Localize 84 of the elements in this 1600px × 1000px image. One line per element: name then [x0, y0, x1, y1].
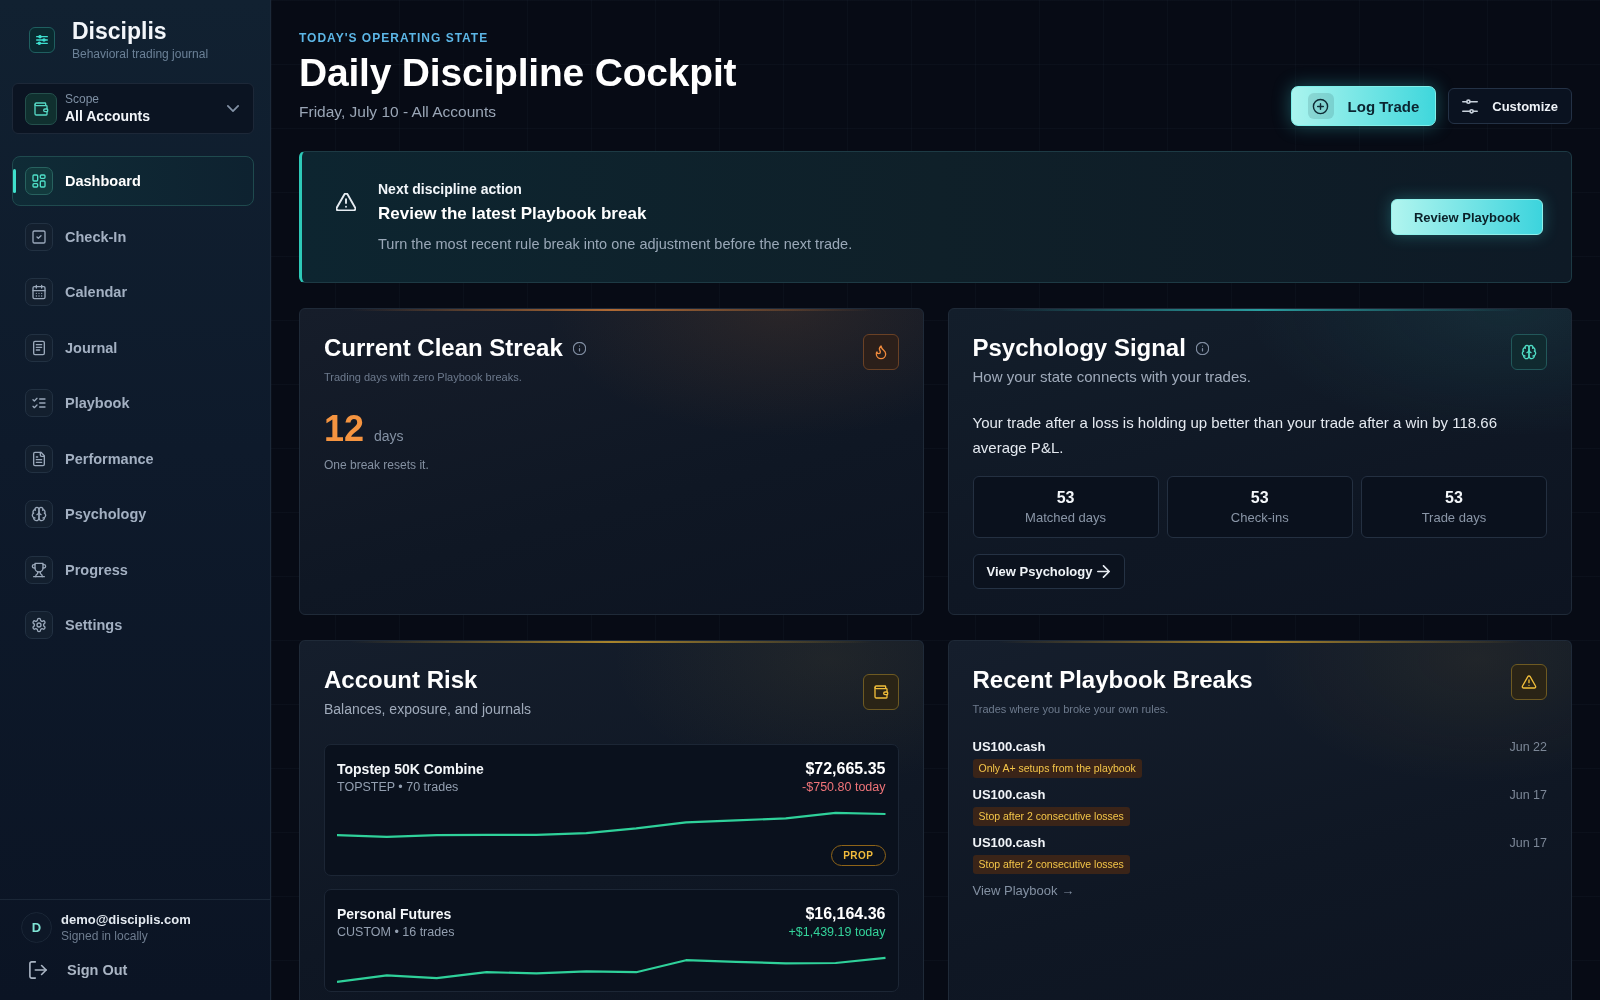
nav-item[interactable]: Playbook	[12, 378, 254, 428]
warning-icon	[1511, 664, 1547, 700]
trade-date: Jun 17	[1509, 835, 1547, 852]
trophy-icon	[25, 555, 53, 584]
nav-item[interactable]: Progress	[12, 544, 254, 595]
nav-item[interactable]: Settings	[12, 600, 254, 650]
arrow-right-icon	[1096, 565, 1110, 578]
stat-label: Matched days	[1025, 509, 1107, 526]
nav-item[interactable]: Journal	[12, 322, 254, 373]
streak-unit: days	[374, 428, 404, 444]
banner-title: Review the latest Playbook break	[378, 203, 648, 225]
account-daily-change: -$750.80 today	[802, 779, 886, 796]
card-title: Account Risk	[324, 665, 479, 695]
page-eyebrow: TODAY'S OPERATING STATE	[299, 30, 490, 46]
wallet-icon	[862, 674, 899, 710]
settings-icon	[25, 611, 53, 639]
calendar-icon	[25, 278, 53, 306]
banner-description: Turn the most recent rule break into one adjustment before the next trade.	[378, 235, 854, 254]
rule-tag: Stop after 2 consecutive losses	[972, 807, 1130, 826]
account-daily-change: +$1,439.19 today	[788, 924, 886, 941]
nav-item[interactable]: Dashboard	[12, 156, 254, 206]
brain-icon	[25, 500, 53, 528]
user-email: demo@disciplis.com	[61, 911, 191, 928]
wallet-icon	[25, 92, 57, 125]
card-title: Current Clean Streak	[324, 333, 563, 363]
checklist-icon	[25, 389, 53, 417]
nav-item[interactable]: Check-In	[12, 211, 254, 262]
nav-item[interactable]: Calendar	[12, 267, 254, 317]
account-meta: CUSTOM • 16 trades	[337, 924, 455, 941]
flame-icon	[862, 334, 899, 370]
account-balance: $16,164.36	[804, 905, 886, 923]
user-avatar: D	[21, 912, 52, 943]
rule-tag: Only A+ setups from the playbook	[972, 759, 1142, 778]
document-icon	[25, 444, 53, 473]
page-date: Friday, July 10 - All Accounts	[299, 102, 497, 122]
info-icon	[572, 341, 586, 355]
stat-value: 53	[1445, 488, 1463, 508]
info-icon	[1195, 341, 1209, 355]
brand-tagline: Behavioral trading journal	[72, 46, 209, 62]
stat-value: 53	[1056, 488, 1075, 508]
banner-eyebrow: Next discipline action	[378, 180, 523, 198]
card-subtitle: Balances, exposure, and journals	[324, 700, 532, 719]
rule-tag: Stop after 2 consecutive losses	[972, 855, 1130, 874]
account-name: Personal Futures	[337, 905, 453, 923]
account-balance: $72,665.35	[804, 760, 886, 778]
logout-icon	[29, 961, 47, 979]
page-title: Daily Discipline Cockpit	[299, 50, 737, 96]
grid-icon	[25, 167, 53, 195]
sign-out-button[interactable]: Sign Out	[21, 958, 128, 982]
trade-symbol: US100.cash	[972, 786, 1046, 804]
psychology-insight: Your trade after a loss is holding up better than your trade after a win by 118.66 average P&L.	[972, 413, 1498, 458]
trade-date: Jun 22	[1509, 739, 1547, 756]
nav-item[interactable]: Performance	[12, 433, 254, 484]
view-playbook-link[interactable]: View Playbook →	[972, 882, 1075, 900]
warning-icon	[336, 193, 356, 211]
card-subtitle: How your state connects with your trades.	[972, 367, 1251, 387]
streak-count: 12	[324, 407, 365, 451]
streak-note: One break resets it.	[324, 457, 430, 474]
sliders-logo-icon	[29, 27, 55, 53]
user-status: Signed in locally	[61, 928, 149, 944]
account-name: Topstep 50K Combine	[337, 760, 484, 778]
trade-symbol: US100.cash	[972, 834, 1046, 852]
card-title: Psychology Signal	[972, 333, 1186, 363]
trade-date: Jun 17	[1509, 787, 1547, 804]
nav-item[interactable]: Psychology	[12, 489, 254, 539]
sliders-icon	[1462, 98, 1479, 114]
account-meta: TOPSTEP • 70 trades	[337, 779, 460, 796]
trade-symbol: US100.cash	[972, 738, 1046, 756]
card-title: Recent Playbook Breaks	[972, 665, 1253, 695]
brand-name: Disciplis	[72, 18, 168, 44]
log-trade-button[interactable]: Log Trade	[1290, 86, 1437, 126]
card-subtitle: Trades where you broke your own rules.	[972, 702, 1170, 717]
chevron-down-icon	[227, 105, 239, 112]
customize-button[interactable]: Customize	[1448, 88, 1572, 124]
notebook-icon	[25, 333, 53, 362]
card-subtitle: Trading days with zero Playbook breaks.	[324, 370, 523, 385]
stat-value: 53	[1250, 488, 1269, 508]
review-playbook-button[interactable]: Review Playbook	[1391, 199, 1543, 235]
scope-selector[interactable]: Scope All Accounts	[12, 83, 254, 134]
stat-label: Trade days	[1421, 509, 1487, 526]
brain-icon	[1511, 334, 1547, 370]
view-psychology-button[interactable]: View Psychology	[972, 554, 1125, 589]
stat-label: Check-ins	[1230, 509, 1289, 526]
checkbox-icon	[25, 222, 53, 251]
